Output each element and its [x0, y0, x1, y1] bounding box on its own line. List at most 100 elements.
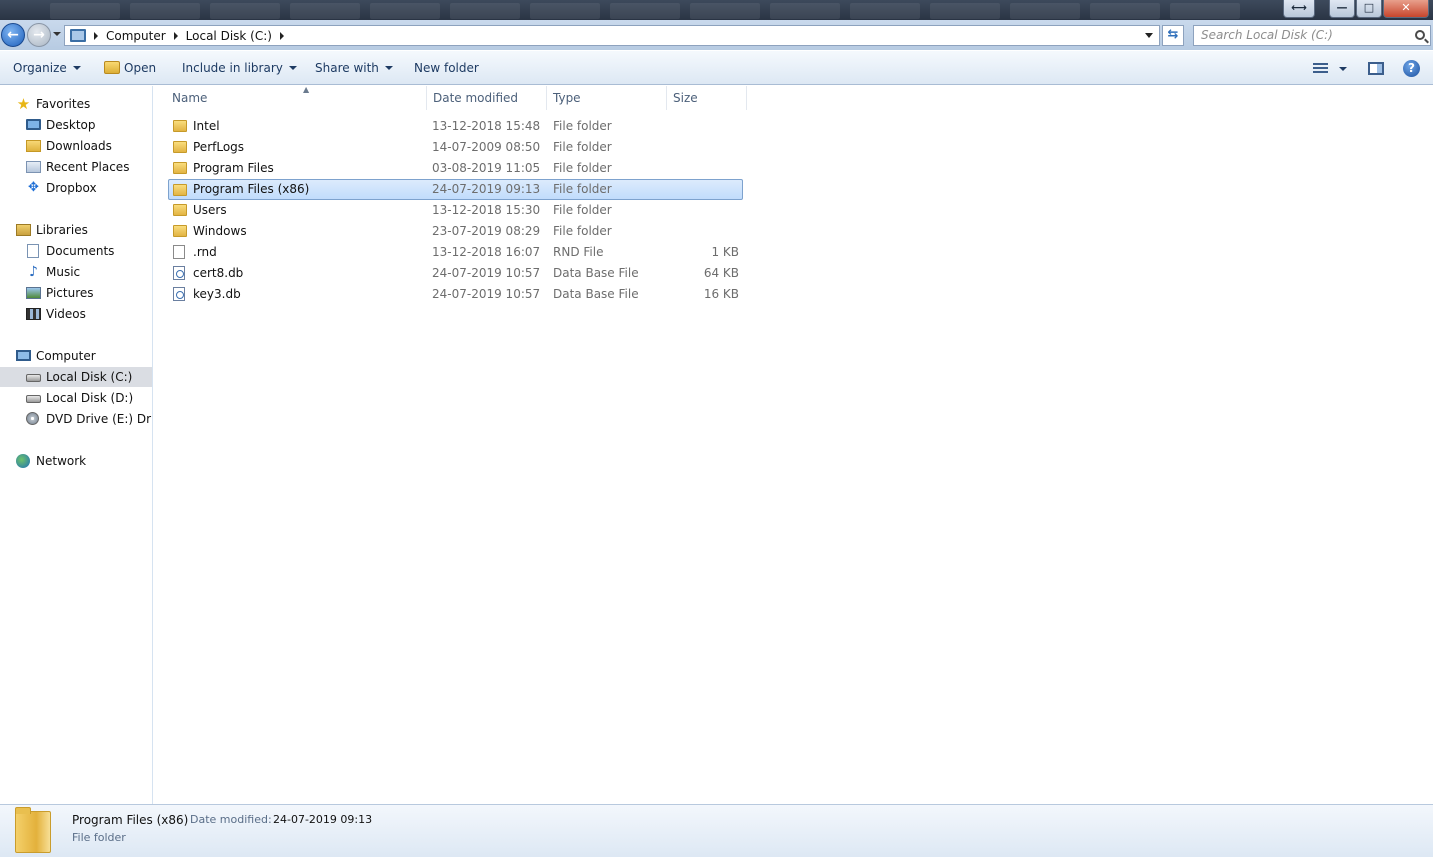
- nav-label: DVD Drive (E:) Driver: [46, 412, 153, 426]
- view-options-dropdown-icon[interactable]: [1339, 67, 1347, 71]
- column-header-label: Date modified: [433, 91, 519, 105]
- file-date: 24-07-2019 10:57: [432, 287, 541, 301]
- table-row[interactable]: PerfLogs 14-07-2009 08:50 File folder: [168, 137, 743, 158]
- address-history-dropdown-icon[interactable]: [1145, 33, 1153, 38]
- file-size: 1 KB: [711, 245, 739, 259]
- nav-item-local-disk-d[interactable]: Local Disk (D:): [26, 388, 133, 408]
- refresh-button[interactable]: ⇆: [1162, 25, 1184, 46]
- search-placeholder: Search Local Disk (C:): [1201, 28, 1333, 42]
- nav-label: Recent Places: [46, 160, 130, 174]
- file-name: cert8.db: [193, 266, 244, 280]
- forward-button[interactable]: →: [27, 23, 51, 47]
- maximize-button[interactable]: □: [1356, 0, 1382, 18]
- search-icon[interactable]: [1415, 30, 1425, 40]
- nav-item-music[interactable]: ♪ Music: [26, 262, 80, 282]
- column-header-type[interactable]: Type: [546, 86, 667, 110]
- nav-label: Videos: [46, 307, 86, 321]
- taskbar-tab: [50, 3, 120, 19]
- breadcrumb-separator-icon[interactable]: [94, 31, 98, 40]
- address-row: ← → Computer Local Disk (C:) ⇆ Search Lo…: [0, 20, 1433, 50]
- help-icon[interactable]: ?: [1403, 60, 1420, 77]
- table-row[interactable]: Intel 13-12-2018 15:48 File folder: [168, 116, 743, 137]
- taskbar-tab: [530, 3, 600, 19]
- file-name: .rnd: [193, 245, 217, 259]
- taskbar-tab: [930, 3, 1000, 19]
- folder-icon: [15, 807, 51, 853]
- file-date: 13-12-2018 16:07: [432, 245, 541, 259]
- include-in-library-button[interactable]: Include in library: [182, 61, 297, 75]
- table-row[interactable]: .rnd 13-12-2018 16:07 RND File 1 KB: [168, 242, 743, 263]
- nav-item-pictures[interactable]: Pictures: [26, 283, 94, 303]
- file-type: Data Base File: [553, 287, 639, 301]
- file-size: 16 KB: [703, 287, 739, 301]
- address-bar[interactable]: Computer Local Disk (C:): [64, 25, 1160, 46]
- videos-icon: [26, 308, 41, 320]
- nav-network[interactable]: Network: [16, 451, 86, 471]
- table-row-selected[interactable]: Program Files (x86) 24-07-2019 09:13 Fil…: [168, 179, 743, 200]
- nav-item-documents[interactable]: Documents: [26, 241, 114, 261]
- dropbox-icon: ✥: [28, 180, 39, 195]
- minimize-button[interactable]: —: [1329, 0, 1355, 18]
- nav-item-downloads[interactable]: Downloads: [26, 136, 112, 156]
- nav-item-dropbox[interactable]: ✥ Dropbox: [26, 178, 97, 198]
- computer-icon: [70, 29, 86, 42]
- breadcrumb-local-disk-c[interactable]: Local Disk (C:): [186, 29, 272, 43]
- table-row[interactable]: cert8.db 24-07-2019 10:57 Data Base File…: [168, 263, 743, 284]
- folder-icon: [173, 204, 187, 216]
- nav-favorites[interactable]: ★ Favorites: [16, 94, 90, 114]
- file-type: Data Base File: [553, 266, 639, 280]
- nav-item-local-disk-c[interactable]: Local Disk (C:): [0, 367, 152, 387]
- change-view-icon[interactable]: [1313, 63, 1328, 74]
- file-date: 24-07-2019 10:57: [432, 266, 541, 280]
- dvd-drive-icon: [26, 412, 39, 425]
- new-folder-button[interactable]: New folder: [414, 61, 479, 75]
- details-date: 24-07-2019 09:13: [273, 813, 373, 826]
- nav-computer[interactable]: Computer: [16, 346, 96, 366]
- file-type: File folder: [553, 203, 612, 217]
- taskbar-tab: [1010, 3, 1080, 19]
- column-header-name[interactable]: Name ▲: [165, 85, 427, 110]
- close-button[interactable]: ✕: [1383, 0, 1429, 18]
- table-row[interactable]: key3.db 24-07-2019 10:57 Data Base File …: [168, 284, 743, 305]
- column-header-label: Type: [553, 91, 581, 105]
- search-input[interactable]: Search Local Disk (C:): [1193, 25, 1431, 46]
- folder-icon: [173, 162, 187, 174]
- command-bar: Organize Open Include in library Share w…: [0, 50, 1433, 85]
- table-row[interactable]: Windows 23-07-2019 08:29 File folder: [168, 221, 743, 242]
- breadcrumb-separator-icon[interactable]: [173, 31, 178, 40]
- documents-icon: [27, 244, 39, 258]
- organize-button[interactable]: Organize: [13, 61, 81, 75]
- file-type: File folder: [553, 161, 612, 175]
- downloads-icon: [26, 140, 41, 152]
- star-icon: ★: [16, 95, 31, 113]
- open-label: Open: [124, 61, 157, 75]
- file-type: File folder: [553, 119, 612, 133]
- recent-pages-dropdown[interactable]: [53, 32, 61, 36]
- file-size: 64 KB: [703, 266, 739, 280]
- nav-item-videos[interactable]: Videos: [26, 304, 86, 324]
- nav-item-recent-places[interactable]: Recent Places: [26, 157, 129, 177]
- nav-libraries[interactable]: Libraries: [16, 220, 88, 240]
- share-with-button[interactable]: Share with: [315, 61, 393, 75]
- back-button[interactable]: ←: [1, 23, 25, 47]
- column-header-date-modified[interactable]: Date modified: [426, 86, 547, 110]
- pictures-icon: [26, 287, 41, 299]
- open-button[interactable]: Open: [104, 61, 156, 75]
- nav-item-desktop[interactable]: Desktop: [26, 115, 96, 135]
- taskbar-tab: [770, 3, 840, 19]
- nav-label: Local Disk (C:): [46, 370, 133, 384]
- table-row[interactable]: Program Files 03-08-2019 11:05 File fold…: [168, 158, 743, 179]
- hard-disk-icon: [26, 395, 41, 403]
- resize-icon[interactable]: ⟷: [1283, 0, 1315, 18]
- organize-label: Organize: [13, 61, 67, 75]
- breadcrumb-separator-icon[interactable]: [279, 31, 284, 40]
- nav-item-dvd-drive-e[interactable]: DVD Drive (E:) Driver: [26, 409, 153, 429]
- table-row[interactable]: Users 13-12-2018 15:30 File folder: [168, 200, 743, 221]
- file-type: File folder: [553, 224, 612, 238]
- breadcrumb-computer[interactable]: Computer: [106, 29, 166, 43]
- file-type: RND File: [553, 245, 604, 259]
- preview-pane-icon[interactable]: [1368, 62, 1384, 75]
- column-header-label: Name: [172, 91, 208, 105]
- chevron-down-icon: [384, 66, 393, 70]
- column-header-size[interactable]: Size: [666, 86, 747, 110]
